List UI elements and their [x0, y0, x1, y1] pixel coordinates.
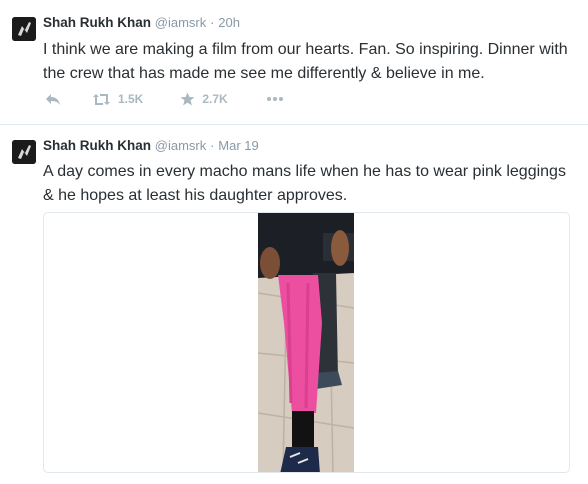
reply-button[interactable]	[45, 92, 61, 106]
tweet-header: Shah Rukh Khan @iamsrk · Mar 19	[43, 138, 259, 153]
retweet-icon	[93, 93, 110, 105]
retweet-button[interactable]: 1.5K	[92, 92, 143, 106]
separator-dot: ·	[210, 138, 215, 153]
user-handle[interactable]: @iamsrk	[155, 138, 206, 153]
retweet-count: 1.5K	[118, 92, 144, 106]
user-name[interactable]: Shah Rukh Khan	[43, 138, 151, 153]
avatar[interactable]	[12, 17, 36, 41]
reply-icon	[46, 94, 60, 105]
tweet-1[interactable]: Shah Rukh Khan @iamsrk · 20h I think we …	[0, 0, 588, 125]
tweet-text: I think we are making a film from our he…	[43, 41, 568, 82]
leggings-photo[interactable]	[258, 213, 354, 473]
more-dots-icon	[266, 97, 283, 101]
tweet-header: Shah Rukh Khan @iamsrk · 20h	[43, 15, 240, 30]
tweet-media[interactable]	[43, 212, 570, 473]
more-button[interactable]	[266, 96, 284, 102]
tweet-actions: 1.5K 2.7K	[43, 90, 284, 108]
user-handle[interactable]: @iamsrk	[155, 15, 206, 30]
tweet-2[interactable]: Shah Rukh Khan @iamsrk · Mar 19 A day co…	[0, 125, 588, 484]
separator-dot: ·	[210, 15, 215, 30]
star-icon	[180, 92, 195, 106]
favorite-button[interactable]: 2.7K	[180, 92, 228, 106]
tweet-text: A day comes in every macho mans life whe…	[43, 163, 566, 204]
favorite-count: 2.7K	[202, 92, 228, 106]
avatar[interactable]	[12, 140, 36, 164]
user-name[interactable]: Shah Rukh Khan	[43, 15, 151, 30]
tweet-timestamp[interactable]: Mar 19	[218, 138, 258, 153]
tweet-timestamp[interactable]: 20h	[218, 15, 240, 30]
